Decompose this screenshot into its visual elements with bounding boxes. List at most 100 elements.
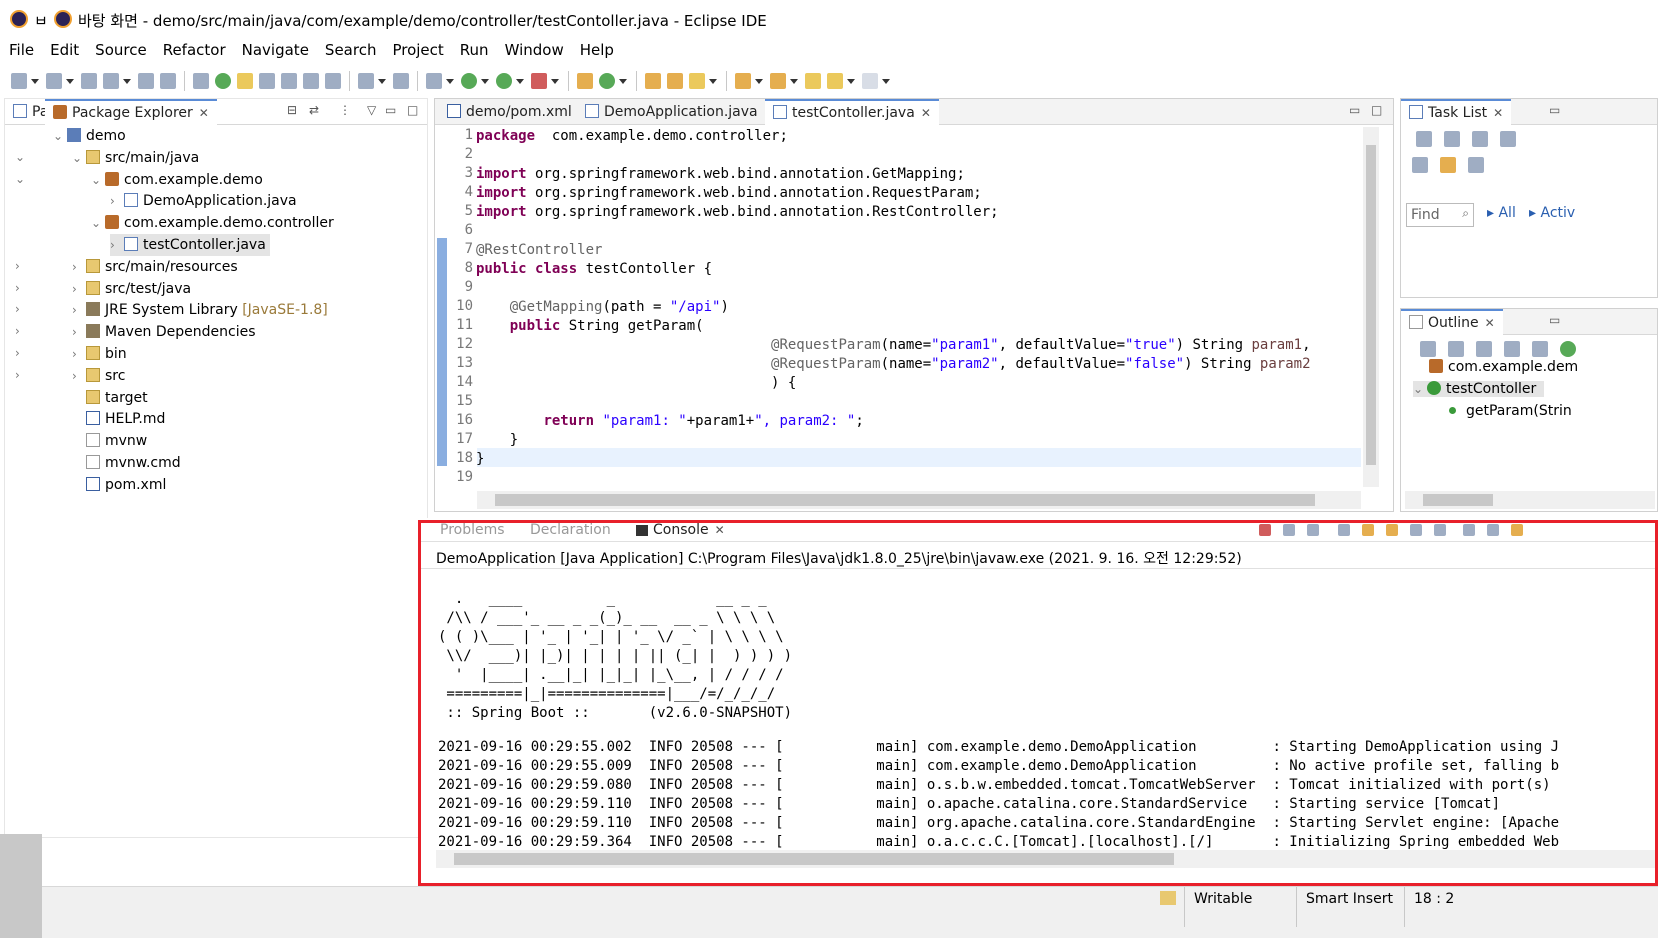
search-dropdown-icon[interactable] <box>709 78 717 84</box>
close-icon[interactable]: ✕ <box>199 106 209 120</box>
scrollbar-thumb[interactable] <box>1423 494 1493 506</box>
next-annotation-icon[interactable] <box>735 73 751 89</box>
wizard-dropdown-icon[interactable] <box>66 78 74 84</box>
remove-launch-icon[interactable] <box>1283 524 1295 536</box>
code-line[interactable]: package com.example.demo.controller; <box>476 127 788 146</box>
tree-item[interactable]: ⌄ demo <box>53 125 126 147</box>
tab-demo-application[interactable]: DemoApplication.java <box>577 99 766 125</box>
code-line[interactable]: return "param1: "+param1+", param2: "; <box>476 412 863 431</box>
code-line[interactable]: import org.springframework.web.bind.anno… <box>476 184 982 203</box>
tab-console[interactable]: Console ✕ <box>628 518 733 544</box>
tab-declaration[interactable]: Declaration <box>522 518 619 544</box>
chevron-down-icon[interactable]: ⌄ <box>91 212 105 234</box>
chevron-right-icon[interactable]: › <box>15 368 29 382</box>
tree-item[interactable]: ⌄ com.example.demo.controller <box>91 212 334 234</box>
tree-item[interactable]: › src <box>72 365 125 387</box>
editor-vertical-scrollbar[interactable] <box>1363 127 1379 487</box>
minimize-icon[interactable]: ▭ <box>1549 103 1560 117</box>
menu-source[interactable]: Source <box>86 38 154 64</box>
new-task-icon[interactable] <box>1416 131 1432 147</box>
chevron-right-icon[interactable]: › <box>72 278 86 300</box>
code-line[interactable]: @RequestParam(name="param1", defaultValu… <box>476 336 1310 355</box>
tab-package-explorer[interactable]: Package Explorer ✕ <box>45 99 217 125</box>
filter-all-link[interactable]: ▸ All <box>1487 205 1516 221</box>
collapse-all-icon[interactable]: ⊟ <box>287 103 297 117</box>
synchronize-icon[interactable] <box>1468 157 1484 173</box>
outline-horizontal-scrollbar[interactable] <box>1405 491 1655 509</box>
chevron-right-icon[interactable]: › <box>15 346 29 360</box>
outline-item-method[interactable]: getParam(Strin <box>1449 403 1572 419</box>
forward-dropdown-icon[interactable] <box>882 78 890 84</box>
scrollbar-thumb[interactable] <box>454 853 1174 865</box>
chevron-right-icon[interactable]: › <box>110 190 124 212</box>
chevron-down-icon[interactable]: ⌄ <box>53 125 67 147</box>
show-on-stdout-icon[interactable] <box>1410 524 1422 536</box>
code-line[interactable]: } <box>476 431 518 450</box>
collapse-icon[interactable] <box>1420 341 1436 357</box>
maximize-icon[interactable]: □ <box>407 103 418 117</box>
maximize-icon[interactable]: □ <box>1371 103 1382 117</box>
menu-file[interactable]: File <box>0 38 41 64</box>
block-selection-icon[interactable] <box>259 73 275 89</box>
view-menu-icon[interactable]: ⋮ <box>339 103 351 117</box>
console-horizontal-scrollbar[interactable] <box>436 850 1658 868</box>
word-wrap-icon[interactable] <box>281 73 297 89</box>
new-wizard-icon[interactable] <box>46 73 62 89</box>
tree-item[interactable]: › src/main/resources <box>72 256 238 278</box>
activate-link[interactable]: ▸ Activ <box>1529 205 1575 221</box>
task-find-input[interactable]: Find ⌕ <box>1406 203 1474 227</box>
chevron-right-icon[interactable]: › <box>72 343 86 365</box>
back-icon[interactable] <box>827 73 843 89</box>
tree-item[interactable]: › bin <box>72 343 127 365</box>
chevron-right-icon[interactable]: › <box>72 256 86 278</box>
code-line[interactable]: } <box>476 450 484 469</box>
code-line[interactable]: @RequestParam(name="param2", defaultValu… <box>476 355 1310 374</box>
display-console-icon[interactable] <box>1487 524 1499 536</box>
new-dropdown-icon[interactable] <box>31 78 39 84</box>
run-icon[interactable] <box>461 73 477 89</box>
close-icon[interactable]: ✕ <box>921 106 931 120</box>
back-dropdown-icon[interactable] <box>847 78 855 84</box>
focus-icon[interactable] <box>1500 131 1516 147</box>
scroll-lock-icon[interactable] <box>1362 524 1374 536</box>
chevron-down-icon[interactable]: ⌄ <box>1413 382 1427 396</box>
chevron-right-icon[interactable]: › <box>72 321 86 343</box>
external-tools-dropdown-icon[interactable] <box>551 78 559 84</box>
chevron-right-icon[interactable]: ⌄ <box>15 150 29 164</box>
open-console-icon[interactable] <box>1511 524 1523 536</box>
hide-nonpublic-icon[interactable] <box>1532 341 1548 357</box>
tab-problems[interactable]: Problems <box>432 518 513 544</box>
previous-annotation-icon[interactable] <box>770 73 786 89</box>
tree-item[interactable]: › Maven Dependencies <box>72 321 256 343</box>
save-all-icon[interactable] <box>160 73 176 89</box>
skip-breakpoints-icon[interactable] <box>393 73 409 89</box>
code-line[interactable]: import org.springframework.web.bind.anno… <box>476 203 999 222</box>
scrollbar-thumb[interactable] <box>1366 145 1376 465</box>
tree-item[interactable]: target <box>72 387 148 409</box>
tab-test-contoller[interactable]: testContoller.java ✕ <box>765 99 939 125</box>
profile-icon[interactable] <box>358 73 374 89</box>
tree-item[interactable]: ⌄ src/main/java <box>72 147 199 169</box>
hide-local-types-icon[interactable] <box>1560 341 1576 357</box>
new-class-dropdown-icon[interactable] <box>619 78 627 84</box>
close-icon[interactable]: ✕ <box>1485 316 1495 330</box>
chevron-right-icon[interactable]: › <box>15 302 29 316</box>
tab-outline[interactable]: Outline ✕ <box>1401 309 1503 335</box>
chevron-right-icon[interactable]: › <box>110 234 124 256</box>
code-line[interactable]: import org.springframework.web.bind.anno… <box>476 165 965 184</box>
sort-icon[interactable] <box>1448 341 1464 357</box>
outline-item-package[interactable]: com.example.dem <box>1429 359 1578 375</box>
tree-item[interactable]: HELP.md <box>72 408 165 430</box>
save-icon[interactable] <box>138 73 154 89</box>
editor-horizontal-scrollbar[interactable] <box>477 491 1361 509</box>
pin-console-icon[interactable] <box>1463 524 1475 536</box>
forward-icon[interactable] <box>862 73 878 89</box>
tree-item[interactable]: pom.xml <box>72 474 166 496</box>
menu-help[interactable]: Help <box>571 38 621 64</box>
coverage-icon[interactable] <box>496 73 512 89</box>
menu-refactor[interactable]: Refactor <box>154 38 233 64</box>
scheduled-icon[interactable] <box>1472 131 1488 147</box>
word-wrap-icon[interactable] <box>1386 524 1398 536</box>
tree-item[interactable]: ⌄ com.example.demo <box>91 169 263 191</box>
tree-item[interactable]: › DemoApplication.java <box>110 190 297 212</box>
